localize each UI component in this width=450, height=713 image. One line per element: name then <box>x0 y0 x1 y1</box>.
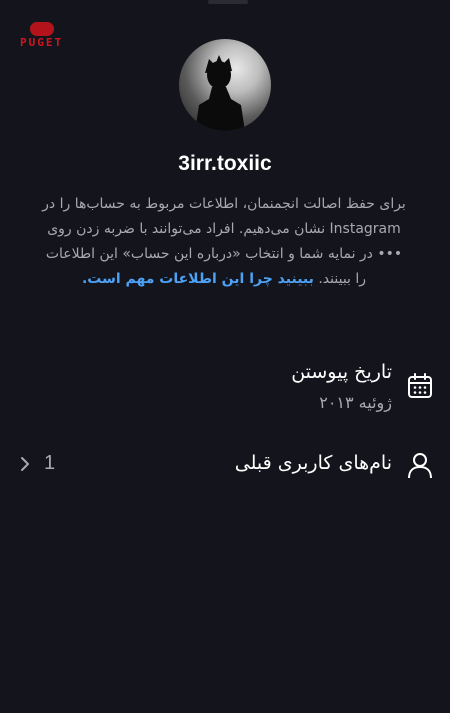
watermark-badge <box>30 22 54 36</box>
calendar-icon <box>406 372 434 404</box>
join-date-row: تاریخ پیوستن ژوئیه ۲۰۱۳ <box>0 355 450 425</box>
top-partial-content <box>208 0 248 4</box>
about-description: برای حفظ اصالت انجمنمان، اطلاعات مربوط ب… <box>40 192 408 292</box>
profile-username: 3irr.toxiic <box>178 152 272 175</box>
chevron-right-icon <box>18 453 32 479</box>
join-date-value: ژوئیه ۲۰۱۳ <box>319 393 392 412</box>
watermark-logo: PUGET <box>18 22 70 52</box>
about-this-account-screen: PUGET 3irr.toxiic برای حفظ اصالت انجمنما… <box>0 0 450 713</box>
watermark-text: PUGET <box>20 36 64 49</box>
join-date-title: تاریخ پیوستن <box>291 361 392 383</box>
former-usernames-title: نام‌های کاربری قبلی <box>234 452 392 474</box>
profile-avatar <box>179 39 271 131</box>
person-icon <box>406 451 434 483</box>
former-usernames-count: 1 <box>44 452 56 474</box>
avatar-silhouette-icon <box>195 55 245 131</box>
former-usernames-row[interactable]: نام‌های کاربری قبلی 1 <box>0 440 450 494</box>
learn-why-link[interactable]: ببینید چرا این اطلاعات مهم است. <box>82 271 314 287</box>
